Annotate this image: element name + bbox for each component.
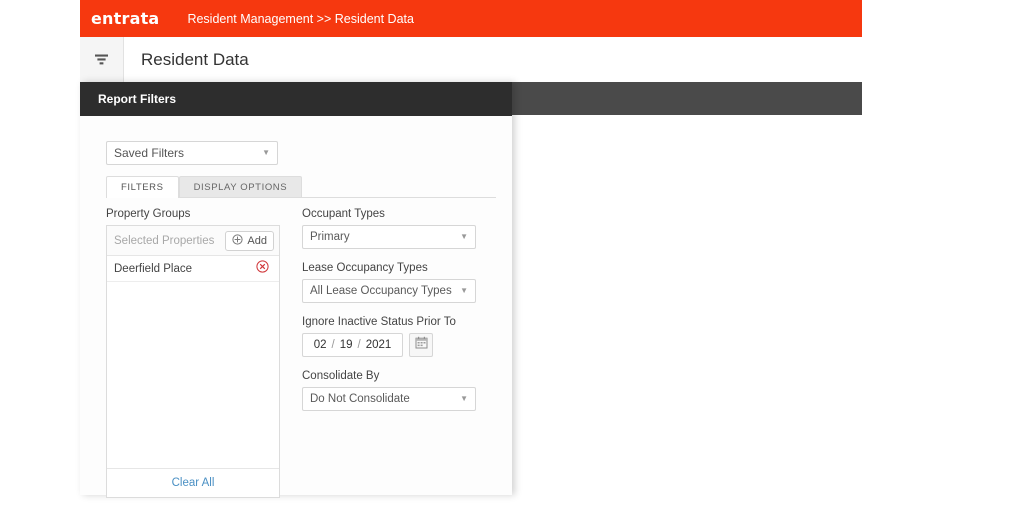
filters-left-column: Property Groups Selected Properties Add … — [106, 208, 284, 498]
filters-right-column: Occupant Types Primary ▼ Lease Occupancy… — [302, 208, 480, 424]
date-separator: / — [357, 339, 361, 351]
entrata-logo[interactable]: entrata — [91, 9, 159, 28]
tab-filters-label: FILTERS — [121, 182, 164, 193]
app-window: entrata Resident Management >> Resident … — [80, 0, 862, 512]
tab-display-options-label: DISPLAY OPTIONS — [193, 181, 288, 193]
consolidate-by-value: Do Not Consolidate — [310, 393, 410, 405]
selected-properties-list: Deerfield Place — [107, 256, 279, 468]
property-groups-box: Selected Properties Add Deerfield Place … — [106, 225, 280, 498]
add-property-label: Add — [247, 234, 267, 247]
lease-occupancy-types-label: Lease Occupancy Types — [302, 262, 428, 274]
property-name: Deerfield Place — [114, 262, 192, 275]
tab-display-options[interactable]: DISPLAY OPTIONS — [178, 176, 303, 197]
selected-properties-input[interactable]: Selected Properties — [114, 235, 225, 247]
report-filters-body: Saved Filters ▼ FILTERS DISPLAY OPTIONS … — [80, 116, 512, 498]
property-list-footer: Clear All — [107, 468, 279, 497]
date-separator: / — [331, 339, 335, 351]
chevron-down-icon: ▼ — [460, 394, 468, 403]
saved-filters-value: Saved Filters — [114, 146, 185, 160]
list-item[interactable]: Deerfield Place — [107, 256, 279, 282]
lease-occupancy-types-value: All Lease Occupancy Types — [310, 285, 452, 297]
report-filters-panel: Report Filters Saved Filters ▼ FILTERS D… — [80, 82, 512, 498]
tab-filters[interactable]: FILTERS — [106, 176, 179, 198]
clear-all-link[interactable]: Clear All — [172, 477, 215, 489]
ignore-inactive-date-row: 02 / 19 / 2021 — [302, 333, 480, 357]
date-year[interactable]: 2021 — [366, 339, 392, 351]
ignore-inactive-date-input[interactable]: 02 / 19 / 2021 — [302, 333, 403, 357]
consolidate-by-select[interactable]: Do Not Consolidate ▼ — [302, 387, 476, 411]
breadcrumb[interactable]: Resident Management >> Resident Data — [187, 12, 414, 26]
page-title: Resident Data — [141, 49, 249, 69]
chevron-down-icon: ▼ — [460, 286, 468, 295]
chevron-down-icon: ▼ — [460, 232, 468, 241]
plus-circle-icon — [232, 233, 244, 248]
property-groups-label: Property Groups — [106, 208, 191, 220]
filter-icon — [94, 53, 109, 66]
calendar-picker-button[interactable] — [409, 333, 433, 357]
date-day[interactable]: 19 — [340, 339, 353, 351]
filter-toggle-button[interactable] — [80, 37, 124, 82]
report-filters-header: Report Filters — [80, 82, 512, 116]
filter-tabs: FILTERS DISPLAY OPTIONS — [106, 176, 496, 198]
brand-header: entrata Resident Management >> Resident … — [80, 0, 862, 37]
property-search-row: Selected Properties Add — [107, 226, 279, 256]
occupant-types-select[interactable]: Primary ▼ — [302, 225, 476, 249]
calendar-icon — [415, 336, 428, 354]
consolidate-by-label: Consolidate By — [302, 370, 380, 382]
occupant-types-value: Primary — [310, 231, 350, 243]
date-month[interactable]: 02 — [314, 339, 327, 351]
remove-property-icon[interactable] — [256, 259, 269, 278]
saved-filters-select[interactable]: Saved Filters ▼ — [106, 141, 278, 165]
ignore-inactive-label: Ignore Inactive Status Prior To — [302, 316, 456, 328]
add-property-button[interactable]: Add — [225, 230, 274, 251]
occupant-types-label: Occupant Types — [302, 208, 385, 220]
report-filters-title: Report Filters — [98, 92, 177, 106]
lease-occupancy-types-select[interactable]: All Lease Occupancy Types ▼ — [302, 279, 476, 303]
page-title-bar: Resident Data — [80, 37, 862, 82]
chevron-down-icon: ▼ — [262, 148, 270, 157]
